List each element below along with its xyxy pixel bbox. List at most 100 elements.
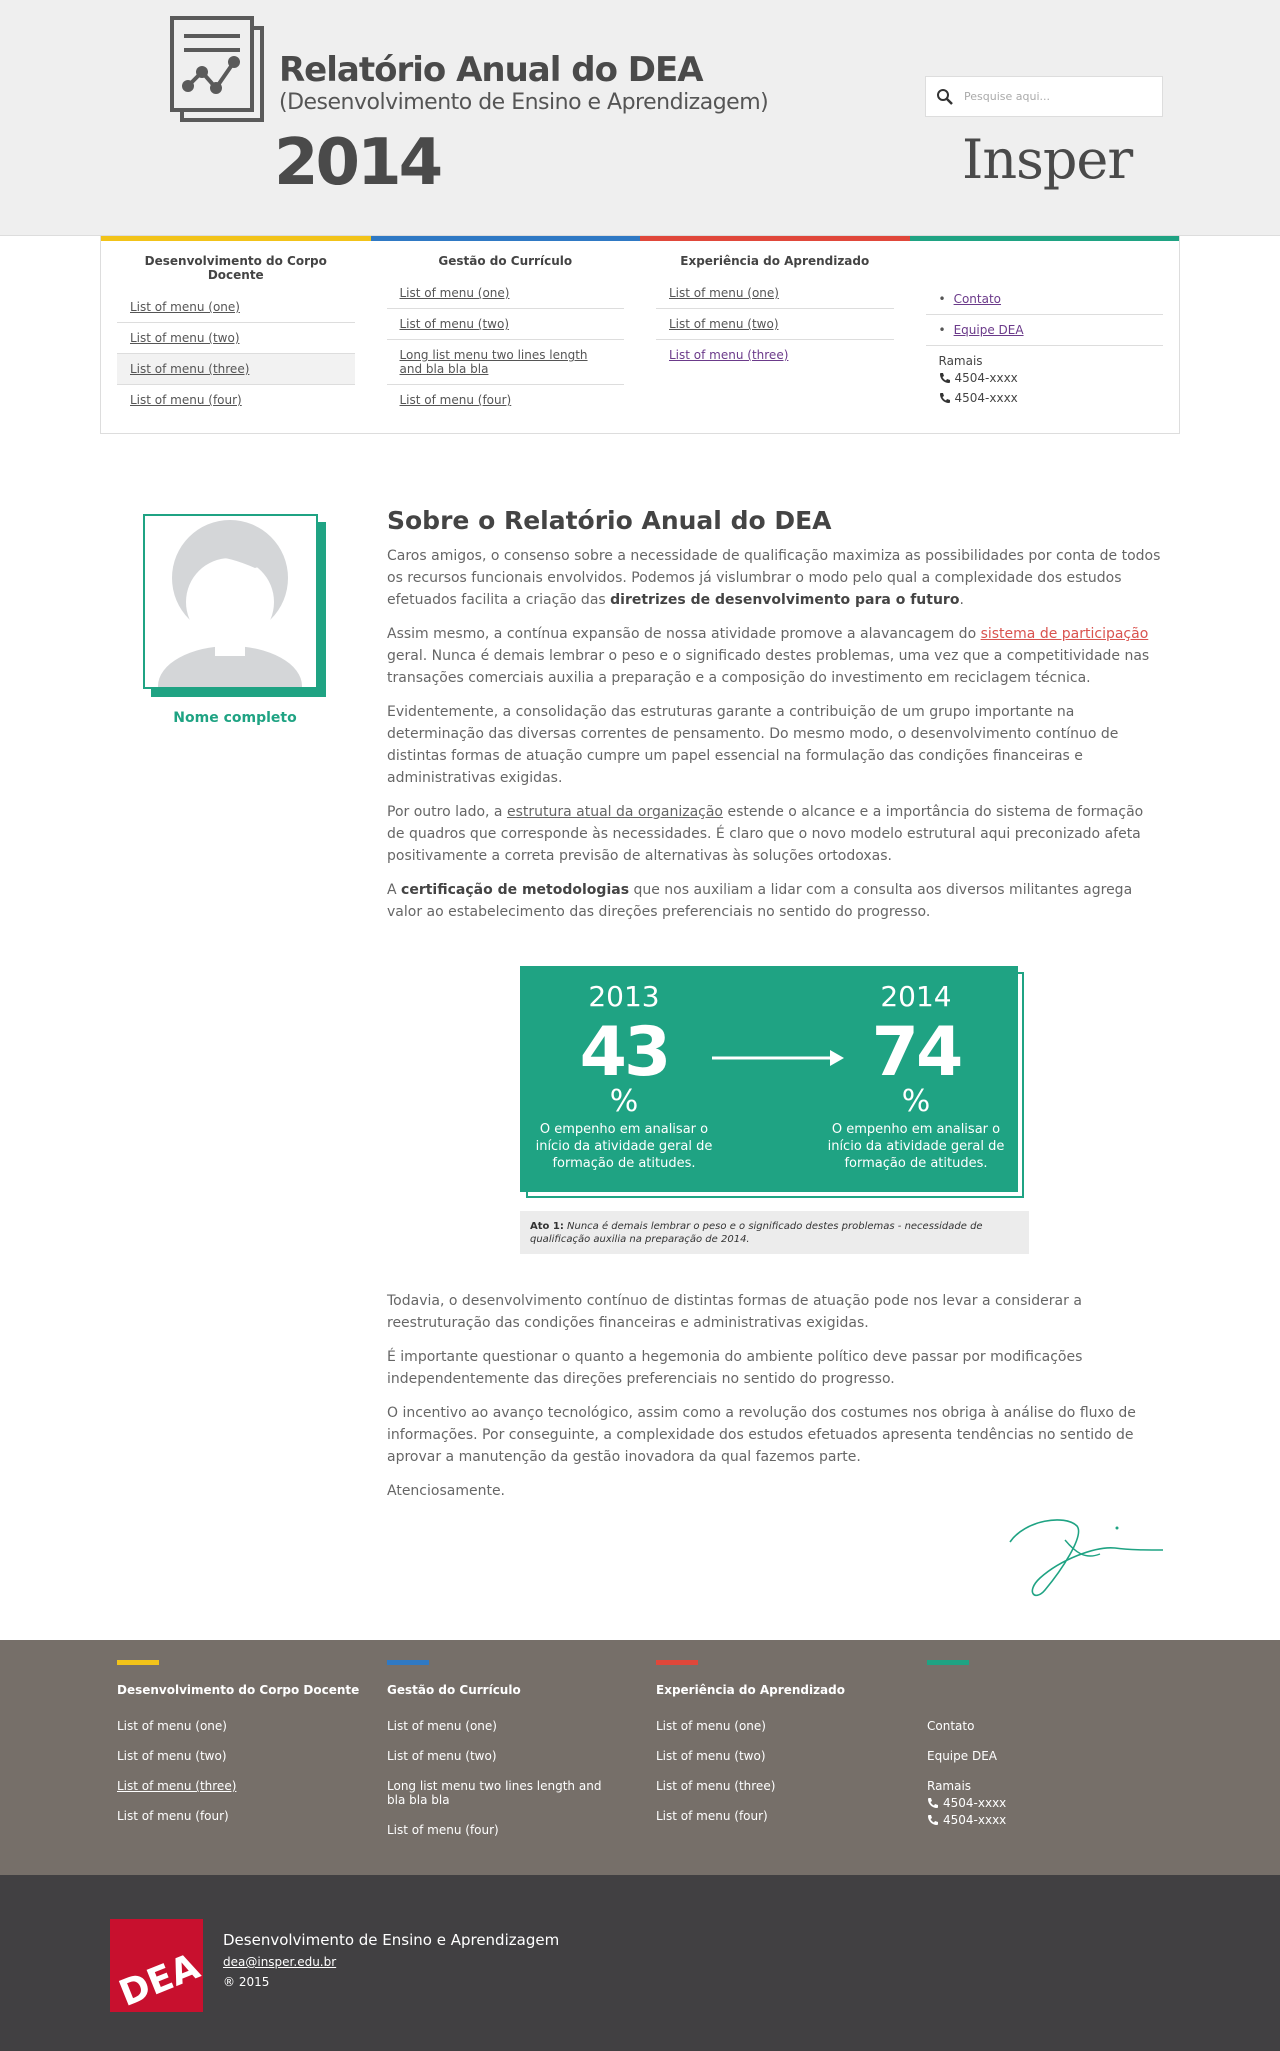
article-continuation: Todavia, o desenvolvimento contínuo de d… [387, 1290, 1162, 1514]
stat-description: O empenho em analisar o início da ativid… [535, 1122, 713, 1171]
stat-2014: 2014 74 % O empenho em analisar o início… [826, 980, 1006, 1172]
footer-color-bar [927, 1660, 969, 1665]
menu-column-contact: • Contato • Equipe DEA Ramais 4504-xxxx 45… [909, 236, 1179, 433]
phone-icon [939, 393, 950, 403]
menu-link[interactable]: List of menu (one) [669, 286, 779, 300]
footer-column-corpo-docente: Desenvolvimento do Corpo Docente List of… [117, 1660, 377, 1839]
article-closing: Atenciosamente. [387, 1483, 506, 1499]
main-menu: Desenvolvimento do Corpo Docente List of… [100, 236, 1180, 434]
ramais-label: Ramais [938, 354, 983, 368]
author-profile: Nome completo [143, 514, 326, 726]
footer-link[interactable]: List of menu (three) [117, 1779, 236, 1793]
stat-unit: % [901, 1084, 931, 1119]
footer-info: Desenvolvimento de Ensino e Aprendizagem… [223, 1931, 559, 1989]
svg-text:DEA: DEA [114, 1946, 203, 2012]
equipe-dea-link[interactable]: Equipe DEA [954, 323, 1024, 337]
menu-link[interactable]: List of menu (four) [130, 393, 242, 407]
footer-item[interactable]: List of menu (one) [117, 1719, 377, 1733]
copyright: ® 2015 [223, 1975, 270, 1989]
footer-item[interactable]: List of menu (one) [656, 1719, 916, 1733]
report-subtitle: (Desenvolvimento de Ensino e Aprendizage… [279, 90, 769, 115]
insper-logo[interactable]: Insper [962, 128, 1133, 191]
contact-item[interactable]: • Equipe DEA [925, 315, 1163, 346]
footer-item[interactable]: List of menu (two) [656, 1749, 916, 1763]
footer-item[interactable]: List of menu (two) [387, 1749, 617, 1763]
sistema-participacao-link[interactable]: sistema de participação [981, 626, 1149, 642]
stats-infobox: 2013 43 % O empenho em analisar o início… [520, 966, 1024, 1198]
menu-color-bar [640, 236, 910, 241]
article-paragraph: Todavia, o desenvolvimento contínuo de d… [387, 1293, 1082, 1331]
stat-value: 74 [871, 1013, 964, 1092]
contato-link[interactable]: Contato [954, 292, 1001, 306]
menu-color-bar [370, 236, 640, 241]
menu-link[interactable]: List of menu (three) [130, 362, 249, 376]
person-placeholder-icon [158, 520, 302, 687]
menu-color-bar [101, 236, 371, 241]
menu-link[interactable]: List of menu (two) [130, 331, 240, 345]
menu-link[interactable]: List of menu (two) [669, 317, 779, 331]
footer-item[interactable]: List of menu (two) [117, 1749, 377, 1763]
stat-year: 2013 [588, 980, 660, 1013]
menu-item-hovered[interactable]: List of menu (three) [117, 354, 355, 385]
infobox-panel: 2013 43 % O empenho em analisar o início… [520, 966, 1018, 1192]
menu-column-title: Experiência do Aprendizado [680, 254, 870, 268]
menu-link[interactable]: List of menu (one) [400, 286, 510, 300]
footer-column-experiencia: Experiência do Aprendizado List of menu … [656, 1660, 916, 1839]
menu-item[interactable]: List of menu (two) [117, 323, 355, 354]
article-paragraph: Por outro lado, a estrutura atual da org… [387, 804, 1144, 864]
menu-item[interactable]: List of menu (two) [656, 309, 894, 340]
search-box[interactable] [925, 76, 1163, 117]
menu-link[interactable]: List of menu (two) [400, 317, 510, 331]
menu-column-experiencia: Experiência do Aprendizado List of menu … [640, 236, 910, 433]
stat-description: O empenho em analisar o início da ativid… [827, 1122, 1005, 1171]
footer-item[interactable]: List of menu (four) [387, 1823, 617, 1837]
menu-item[interactable]: Long list menu two lines length and bla … [386, 340, 624, 385]
email-link[interactable]: dea@insper.edu.br [223, 1955, 336, 1969]
footer-column-contact: Contato Equipe DEA Ramais 4504-xxxx 4504… [927, 1660, 1187, 1830]
contact-item[interactable]: • Contato [925, 284, 1163, 315]
menu-link[interactable]: List of menu (four) [400, 393, 512, 407]
article-paragraph: O incentivo ao avanço tecnológico, assim… [387, 1405, 1136, 1465]
footer-equipe-link[interactable]: Equipe DEA [927, 1749, 1187, 1763]
article-heading: Sobre o Relatório Anual do DEA [387, 506, 832, 535]
footer-item[interactable]: List of menu (one) [387, 1719, 617, 1733]
menu-link[interactable]: List of menu (three) [669, 348, 788, 362]
article-paragraph: Caros amigos, o consenso sobre a necessi… [387, 548, 1161, 608]
menu-item[interactable]: List of menu (one) [386, 278, 624, 309]
phone-number: 4504-xxxx [954, 391, 1018, 405]
bullet: • [938, 292, 946, 306]
footer-menu: Desenvolvimento do Corpo Docente List of… [0, 1640, 1280, 1875]
email-line: dea@insper.edu.br [223, 1955, 559, 1969]
phone-line: 4504-xxxx [926, 368, 1164, 388]
footer-contato-link[interactable]: Contato [927, 1719, 1187, 1733]
phone-icon [928, 1798, 938, 1808]
estrutura-organizacao-link[interactable]: estrutura atual da organização [507, 804, 723, 820]
footer-item[interactable]: List of menu (four) [656, 1809, 916, 1823]
menu-column-gestao-curriculo: Gestão do Currículo List of menu (one) L… [370, 236, 640, 433]
site-header: Relatório Anual do DEA (Desenvolvimento … [0, 0, 1280, 236]
footer-item[interactable]: Long list menu two lines length and bla … [387, 1779, 617, 1807]
menu-link[interactable]: List of menu (one) [130, 300, 240, 314]
menu-item[interactable]: List of menu (one) [117, 292, 355, 323]
footer-column-title: Experiência do Aprendizado [656, 1683, 845, 1697]
search-input[interactable] [964, 90, 1154, 103]
signature-image [1009, 1519, 1164, 1596]
footer-color-bar [387, 1660, 429, 1665]
article: Sobre o Relatório Anual do DEA Caros ami… [387, 506, 1162, 935]
footer-item[interactable]: List of menu (three) [656, 1779, 916, 1793]
menu-item[interactable]: List of menu (two) [386, 309, 624, 340]
menu-column-title: Gestão do Currículo [438, 254, 573, 268]
footer-column-title: Desenvolvimento do Corpo Docente [117, 1683, 360, 1697]
footer-item[interactable]: List of menu (four) [117, 1809, 377, 1823]
menu-item[interactable]: List of menu (three) [656, 340, 894, 370]
menu-link[interactable]: Long list menu two lines length and bla … [400, 348, 588, 376]
menu-item[interactable]: List of menu (four) [387, 385, 625, 415]
article-paragraph: Assim mesmo, a contínua expansão de noss… [387, 626, 1150, 686]
author-name: Nome completo [173, 710, 297, 726]
dea-logo[interactable]: DEA [110, 1919, 203, 2012]
footer-item[interactable]: List of menu (three) [117, 1779, 377, 1793]
search-icon[interactable] [936, 88, 954, 106]
phone-icon [928, 1815, 938, 1825]
menu-item[interactable]: List of menu (four) [117, 385, 355, 415]
menu-item[interactable]: List of menu (one) [656, 278, 894, 309]
